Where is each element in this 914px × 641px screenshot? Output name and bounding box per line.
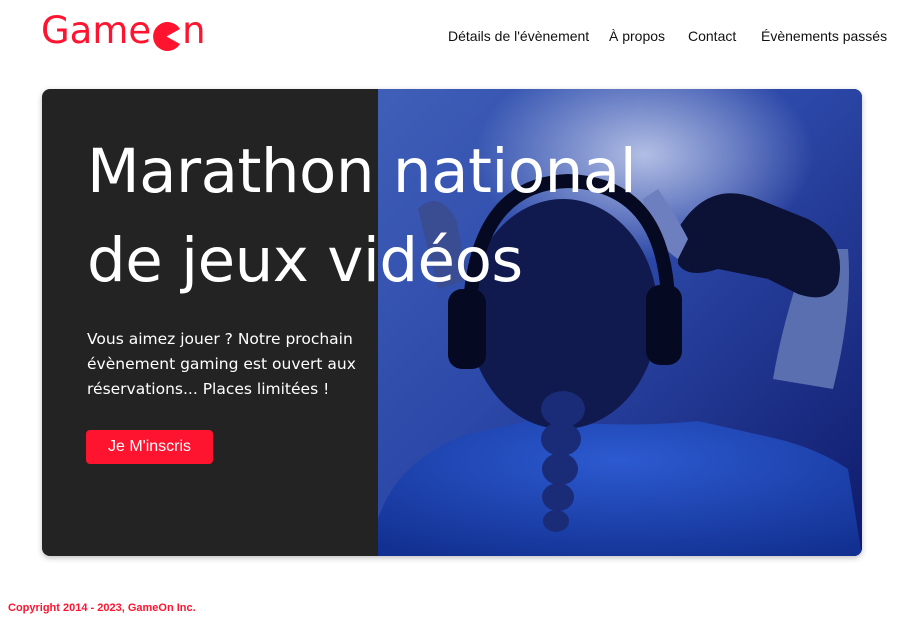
nav-link-event-details[interactable]: Détails de l'évènement bbox=[448, 27, 589, 45]
hero-title: Marathon national de jeux vidéos bbox=[87, 127, 687, 305]
hero-title-line2: de jeux vidéos bbox=[87, 225, 523, 296]
copyright-text: Copyright 2014 - 2023, GameOn Inc. bbox=[8, 602, 196, 614]
site-header: Game n Détails de l'évènement À propos C… bbox=[0, 0, 914, 70]
nav-link-contact[interactable]: Contact bbox=[688, 27, 736, 45]
hero-section: Marathon national de jeux vidéos Vous ai… bbox=[42, 89, 862, 556]
hero-description: Vous aimez jouer ? Notre prochain évènem… bbox=[87, 330, 356, 398]
main-nav: Détails de l'évènement À propos Contact … bbox=[0, 27, 914, 47]
nav-link-past-events[interactable]: Évènements passés bbox=[761, 27, 887, 45]
site-footer: Copyright 2014 - 2023, GameOn Inc. bbox=[8, 602, 196, 614]
nav-link-about[interactable]: À propos bbox=[609, 27, 665, 45]
signup-button[interactable]: Je M'inscris bbox=[86, 430, 213, 464]
hero-title-line1: Marathon national bbox=[87, 136, 637, 207]
